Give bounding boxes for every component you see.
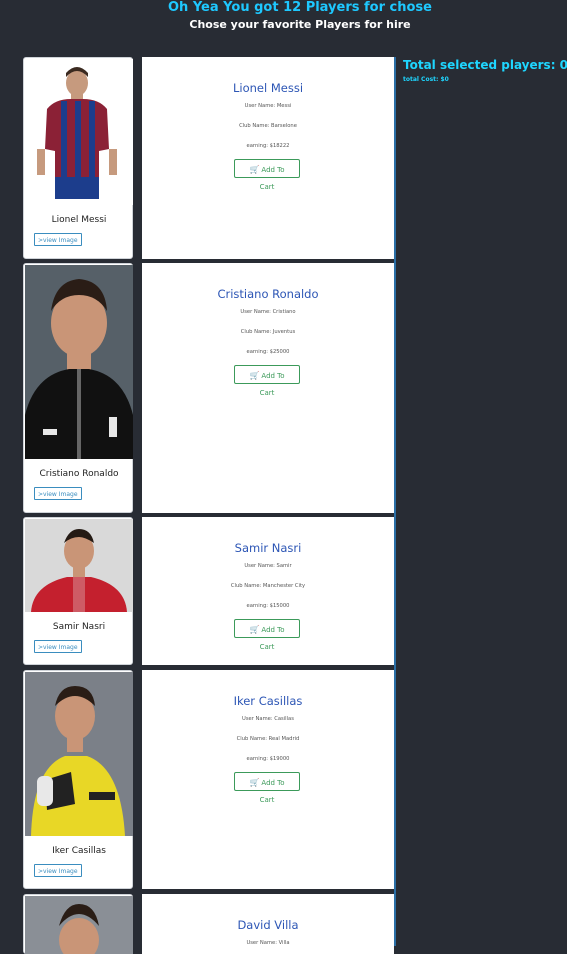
player-club-name: Club Name: Juventus xyxy=(240,329,296,335)
player-earning: earning: $15000 xyxy=(246,603,290,609)
player-info-card: Samir Nasri User Name: Samir Club Name: … xyxy=(142,517,394,665)
cart-icon: 🛒 xyxy=(249,778,260,787)
player-club-name: Club Name: Real Madrid xyxy=(236,736,300,742)
player-earning: earning: $19000 xyxy=(246,756,290,762)
player-info-name: Iker Casillas xyxy=(233,694,303,708)
player-info-card: Iker Casillas User Name: Casillas Club N… xyxy=(142,670,394,889)
cart-summary: Total selected players: 0 total Cost: $0 xyxy=(403,57,567,83)
player-user-name: User Name: Samir xyxy=(244,563,292,569)
player-image-card xyxy=(23,894,133,954)
cart-icon: 🛒 xyxy=(249,165,260,174)
player-image-card: Iker Casillas >view Image xyxy=(23,670,133,889)
view-image-button[interactable]: >view Image xyxy=(34,864,82,877)
player-photo xyxy=(25,672,133,836)
player-photo xyxy=(25,59,133,205)
view-image-button[interactable]: >view Image xyxy=(34,487,82,500)
total-selected-players: Total selected players: 0 xyxy=(403,58,567,72)
player-info-name: Cristiano Ronaldo xyxy=(217,287,319,301)
total-cost: total Cost: $0 xyxy=(403,76,449,83)
player-photo xyxy=(25,896,133,954)
player-name: Iker Casillas xyxy=(52,846,106,856)
add-to-cart-label: Add To Cart xyxy=(259,372,285,397)
view-image-button[interactable]: >view Image xyxy=(34,640,82,653)
player-name: Cristiano Ronaldo xyxy=(39,469,119,479)
player-photo xyxy=(25,519,133,612)
player-name: Samir Nasri xyxy=(52,622,106,632)
player-list: Lionel Messi >view Image Lionel Messi Us… xyxy=(0,0,396,954)
cart-icon: 🛒 xyxy=(249,625,260,634)
cart-icon: 🛒 xyxy=(249,371,260,380)
view-image-button[interactable]: >view Image xyxy=(34,233,82,246)
player-info-card: Cristiano Ronaldo User Name: Cristiano C… xyxy=(142,263,394,513)
add-to-cart-button[interactable]: 🛒 Add To Cart xyxy=(234,772,300,804)
column-divider xyxy=(394,57,396,946)
player-image-card: Cristiano Ronaldo >view Image xyxy=(23,263,133,513)
add-to-cart-label: Add To Cart xyxy=(259,166,285,191)
add-to-cart-button[interactable]: 🛒 Add To Cart xyxy=(234,365,300,397)
player-image-card: Samir Nasri >view Image xyxy=(23,517,133,665)
player-user-name: User Name: Messi xyxy=(244,103,292,109)
player-user-name: User Name: Cristiano xyxy=(240,309,296,315)
player-info-name: David Villa xyxy=(237,918,299,932)
player-info-name: Lionel Messi xyxy=(232,81,304,95)
player-earning: earning: $18222 xyxy=(246,143,290,149)
player-image-card: Lionel Messi >view Image xyxy=(23,57,133,259)
player-club-name: Club Name: Barselone xyxy=(239,123,297,129)
player-user-name: User Name: Villa xyxy=(246,940,290,946)
add-to-cart-button[interactable]: 🛒 Add To Cart xyxy=(234,619,300,651)
player-info-card: Lionel Messi User Name: Messi Club Name:… xyxy=(142,57,394,259)
player-club-name: Club Name: Manchester City xyxy=(230,583,306,589)
player-name: Lionel Messi xyxy=(51,215,107,225)
player-photo xyxy=(25,265,133,459)
player-user-name: User Name: Casillas xyxy=(242,716,294,722)
player-info-card: David Villa User Name: Villa xyxy=(142,894,394,954)
player-earning: earning: $25000 xyxy=(246,349,290,355)
player-info-name: Samir Nasri xyxy=(234,541,302,555)
add-to-cart-label: Add To Cart xyxy=(259,779,285,804)
add-to-cart-button[interactable]: 🛒 Add To Cart xyxy=(234,159,300,191)
add-to-cart-label: Add To Cart xyxy=(259,626,285,651)
